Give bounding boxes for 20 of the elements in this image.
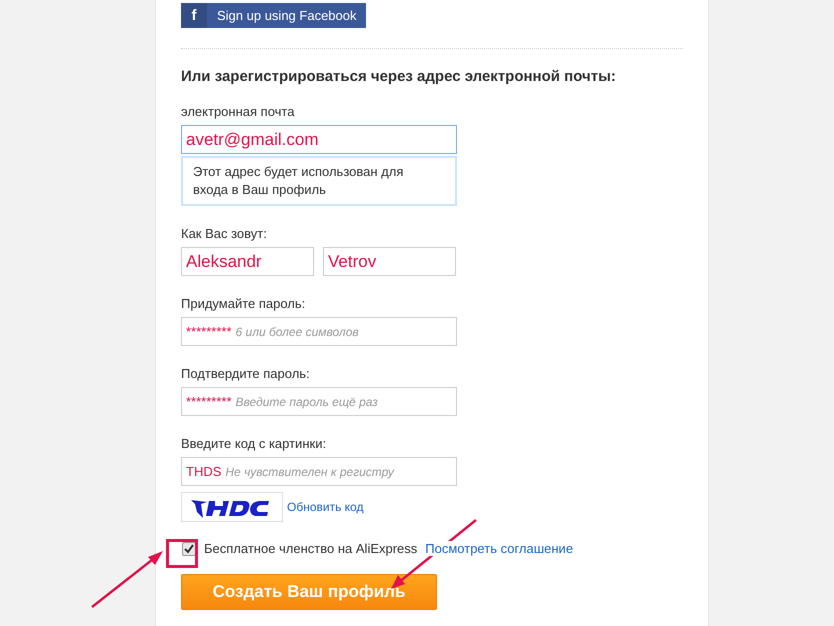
field-label: Подтвердите пароль: — [181, 366, 310, 381]
captcha-field[interactable]: THDS Не чувствителен к регистру — [181, 457, 457, 486]
field-label: Как Вас зовут: — [181, 226, 267, 241]
agreement-link[interactable]: Посмотреть соглашение — [425, 541, 574, 556]
field-hint: Этот адрес будет использован для входа в Ваш профиль — [181, 156, 457, 206]
section-heading: Или зарегистрироваться через адрес электронной почты: — [181, 68, 616, 85]
field-label: электронная почта — [181, 104, 294, 119]
facebook-icon: f — [181, 3, 207, 28]
field-label: Придумайте пароль: — [181, 296, 306, 311]
facebook-button[interactable]: f Sign up using Facebook — [181, 3, 366, 28]
field-label: Введите код с картинки: — [181, 436, 326, 451]
name-field[interactable]: Aleksandr — [181, 247, 314, 276]
email-field[interactable]: avetr@gmail.com — [181, 125, 457, 154]
password-field[interactable]: ********* 6 или более символов — [181, 317, 457, 346]
name-field[interactable]: Vetrov — [323, 247, 456, 276]
arrow — [91, 551, 163, 608]
agreement-label: Бесплатное членство на AliExpress — [204, 541, 418, 556]
refresh-code-link[interactable]: Обновить код — [287, 500, 364, 514]
password-field[interactable]: ********* Введите пароль ещё раз — [181, 387, 457, 416]
highlight-frame — [166, 539, 198, 568]
